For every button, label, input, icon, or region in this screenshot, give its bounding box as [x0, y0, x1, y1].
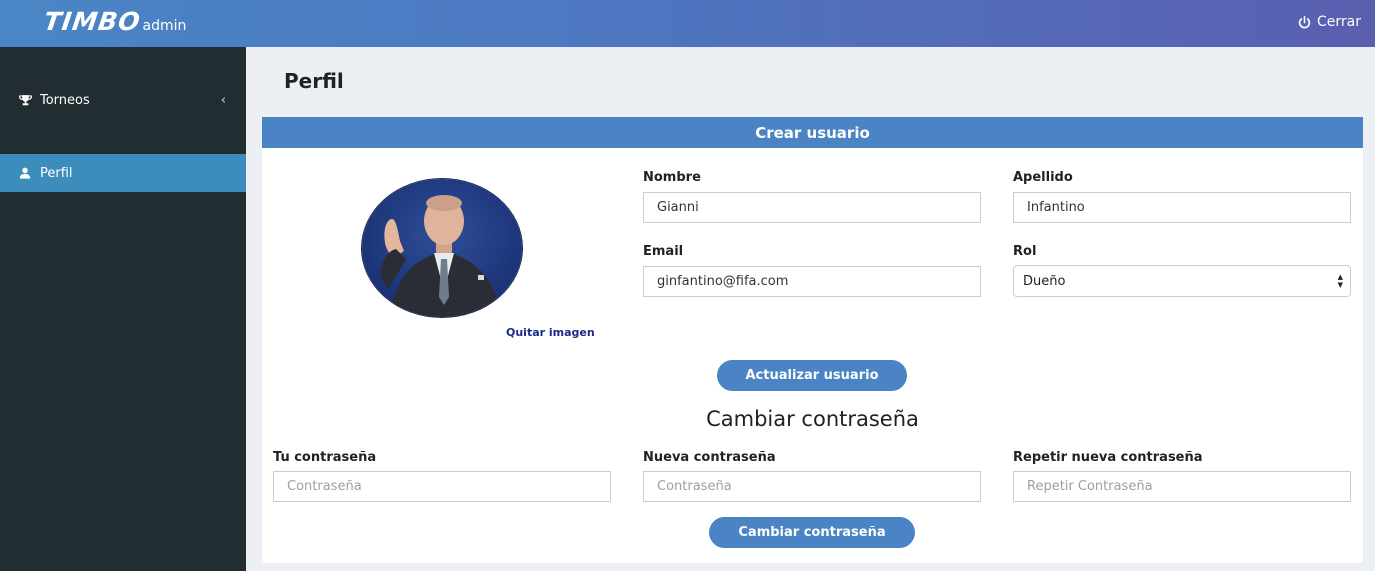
current-password-label: Tu contraseña [273, 450, 377, 465]
user-icon [19, 167, 33, 179]
power-icon [1298, 15, 1311, 28]
avatar[interactable] [361, 178, 523, 318]
sidebar-item-label: Perfil [40, 165, 73, 181]
new-password-field[interactable] [643, 471, 981, 502]
repeat-password-label: Repetir nueva contraseña [1013, 450, 1203, 465]
name-label: Nombre [643, 170, 701, 185]
update-user-button[interactable]: Actualizar usuario [717, 360, 907, 391]
change-password-button[interactable]: Cambiar contraseña [709, 517, 915, 548]
select-arrows-icon: ▲ ▼ [1337, 273, 1343, 289]
surname-label: Apellido [1013, 170, 1073, 185]
card-header: Crear usuario [262, 117, 1363, 148]
top-navbar: TIMBO admin Cerrar [0, 0, 1375, 47]
sidebar-item-torneos[interactable]: Torneos ‹ [0, 81, 246, 119]
repeat-password-field[interactable] [1013, 471, 1351, 502]
sidebar-item-label: Torneos [40, 92, 90, 108]
trophy-icon [19, 94, 33, 106]
name-field[interactable] [643, 192, 981, 223]
current-password-field[interactable] [273, 471, 611, 502]
user-form-card: Crear usuario Quitar imagen Nombre Giann… [262, 117, 1363, 563]
brand-name: TIMBO [42, 7, 143, 36]
brand-subtitle: admin [142, 18, 187, 34]
surname-field[interactable] [1013, 192, 1351, 223]
role-select[interactable]: Dueño ▲ ▼ [1013, 265, 1351, 297]
email-label: Email [643, 244, 684, 259]
email-field[interactable] [643, 266, 981, 297]
new-password-label: Nueva contraseña [643, 450, 776, 465]
logout-label: Cerrar [1317, 14, 1361, 30]
brand-logo[interactable]: TIMBO admin [42, 7, 187, 36]
chevron-left-icon: ‹ [220, 92, 226, 108]
sidebar: Torneos ‹ Perfil [0, 47, 246, 571]
role-label: Rol [1013, 244, 1037, 259]
sidebar-item-perfil[interactable]: Perfil [0, 154, 246, 192]
password-section-title: Cambiar contraseña [706, 407, 919, 431]
logout-button[interactable]: Cerrar [1298, 14, 1361, 30]
role-select-value: Dueño [1023, 273, 1066, 289]
page-title: Perfil [284, 69, 344, 93]
remove-image-link[interactable]: Quitar imagen [506, 326, 595, 339]
